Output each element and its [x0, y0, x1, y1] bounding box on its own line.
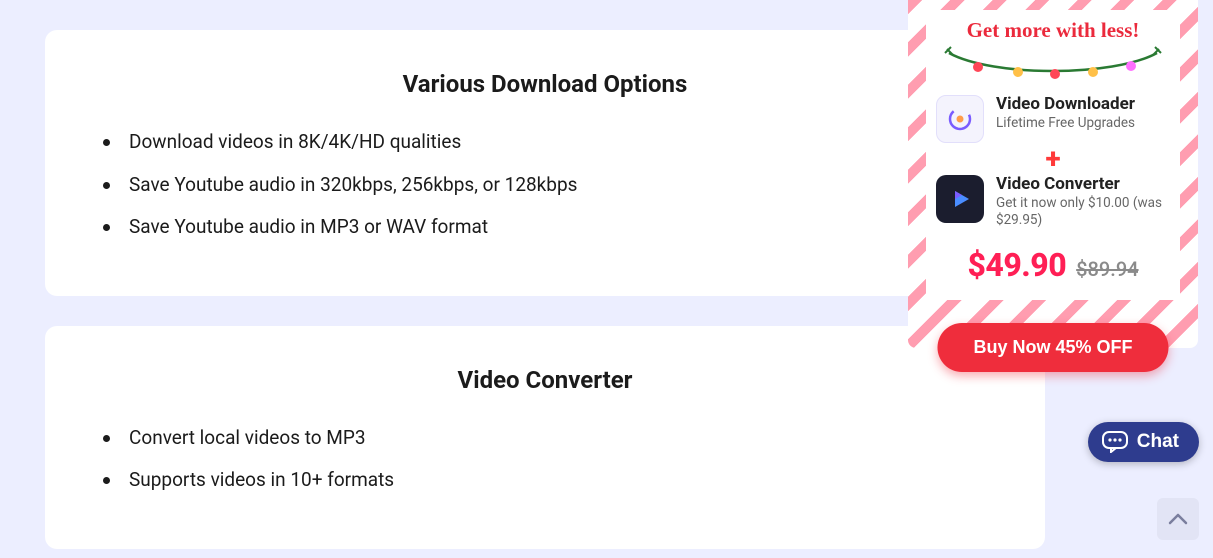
feature-card-video-converter: Video Converter Convert local videos to … [45, 326, 1045, 549]
list-item: Download videos in 8K/4K/HD qualities [95, 128, 995, 157]
price-was: $89.94 [1076, 257, 1138, 281]
product-subtitle: Lifetime Free Upgrades [996, 115, 1170, 133]
chat-label: Chat [1137, 431, 1179, 453]
video-converter-icon [936, 175, 984, 223]
chat-icon [1102, 431, 1128, 453]
card-title: Video Converter [95, 366, 995, 394]
list-item: Supports videos in 10+ formats [95, 466, 995, 495]
video-downloader-icon [936, 95, 984, 143]
promo-product-text: Video Converter Get it now only $10.00 (… [996, 175, 1170, 230]
list-item: Save Youtube audio in MP3 or WAV format [95, 213, 995, 242]
chevron-up-icon [1168, 513, 1188, 525]
product-title: Video Downloader [996, 95, 1170, 115]
promo-product-downloader: Video Downloader Lifetime Free Upgrades [926, 91, 1180, 147]
promo-inner: Get more with less! Video Downloader Lif… [926, 10, 1180, 300]
promo-panel: Get more with less! Video Downloader Lif… [908, 0, 1198, 348]
chat-button[interactable]: Chat [1088, 422, 1199, 462]
buy-now-button[interactable]: Buy Now 45% OFF [937, 323, 1168, 372]
scroll-to-top-button[interactable] [1157, 498, 1199, 540]
product-subtitle: Get it now only $10.00 (was $29.95) [996, 195, 1170, 230]
feature-list: Download videos in 8K/4K/HD qualities Sa… [95, 128, 995, 242]
list-item: Save Youtube audio in 320kbps, 256kbps, … [95, 171, 995, 200]
garland-icon [943, 39, 1163, 81]
list-item: Convert local videos to MP3 [95, 424, 995, 453]
card-title: Various Download Options [95, 70, 995, 98]
plus-icon: + [926, 145, 1180, 173]
price-row: $49.90 $89.94 [926, 246, 1180, 284]
promo-product-converter: Video Converter Get it now only $10.00 (… [926, 171, 1180, 234]
price-now: $49.90 [967, 246, 1066, 284]
feature-card-download-options: Various Download Options Download videos… [45, 30, 1045, 296]
product-title: Video Converter [996, 175, 1170, 195]
feature-list: Convert local videos to MP3 Supports vid… [95, 424, 995, 495]
promo-product-text: Video Downloader Lifetime Free Upgrades [996, 95, 1170, 132]
content-column: Various Download Options Download videos… [45, 0, 1045, 549]
